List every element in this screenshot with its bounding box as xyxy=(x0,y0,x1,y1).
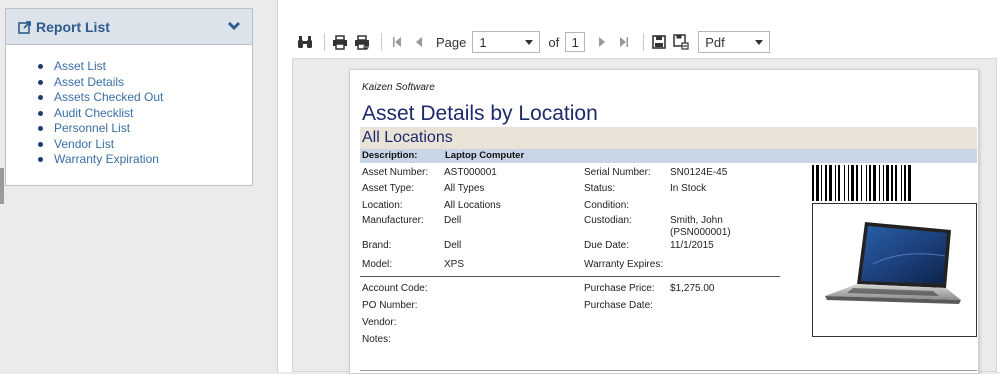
description-label: Description: xyxy=(362,150,418,161)
report-link-vendor-list[interactable]: Vendor List xyxy=(38,137,252,153)
due-date-label: Due Date: xyxy=(584,240,630,251)
status-value: In Stock xyxy=(670,183,707,194)
caret-down-icon xyxy=(755,39,764,45)
custodian-id: (PSN000001) xyxy=(670,227,731,238)
print-preview-icon[interactable] xyxy=(353,33,371,51)
page-select-value: 1 xyxy=(479,34,487,50)
notes-label: Notes: xyxy=(362,334,391,345)
asset-photo xyxy=(812,203,977,337)
print-icon[interactable] xyxy=(331,33,349,51)
description-band: Description: Laptop Computer xyxy=(360,149,977,163)
last-page-icon[interactable] xyxy=(615,33,633,51)
report-list-header[interactable]: Report List xyxy=(6,9,252,45)
report-link-assets-checked-out[interactable]: Assets Checked Out xyxy=(38,90,252,106)
report-page: Kaizen Software Asset Details by Locatio… xyxy=(349,69,979,374)
asset-type-value: All Types xyxy=(444,183,485,194)
custodian-label: Custodian: xyxy=(584,215,632,226)
due-date-value: 11/1/2015 xyxy=(670,240,714,251)
model-value: XPS xyxy=(444,259,465,270)
page-bottom-rule xyxy=(360,370,977,371)
warranty-expires-label: Warranty Expires: xyxy=(584,259,664,270)
collapse-handle[interactable] xyxy=(0,168,4,204)
chevron-down-icon[interactable] xyxy=(226,18,242,34)
account-code-label: Account Code: xyxy=(362,283,428,294)
purchase-price-value: $1,275.00 xyxy=(670,283,715,294)
page-select[interactable]: 1 xyxy=(472,31,541,53)
laptop-image xyxy=(825,222,961,304)
external-link-icon xyxy=(18,20,31,34)
po-number-label: PO Number: xyxy=(362,300,418,311)
previous-page-icon[interactable] xyxy=(410,33,428,51)
vendor-label: Vendor: xyxy=(362,317,397,328)
asset-type-label: Asset Type: xyxy=(362,183,415,194)
first-page-icon[interactable] xyxy=(388,33,406,51)
export-format-value: Pdf xyxy=(705,34,725,50)
location-value: All Locations xyxy=(444,200,501,211)
model-label: Model: xyxy=(362,259,393,270)
manufacturer-value: Dell xyxy=(444,215,462,226)
toolbar-divider xyxy=(324,33,325,51)
location-label: Location: xyxy=(362,200,403,211)
brand-value: Dell xyxy=(444,240,462,251)
serial-number-label: Serial Number: xyxy=(584,167,651,178)
total-pages: 1 xyxy=(565,32,586,52)
report-viewer: Page 1 of 1 Pdf Kaizen Software Asset De… xyxy=(277,0,1000,374)
description-value: Laptop Computer xyxy=(445,150,525,161)
report-link-personnel-list[interactable]: Personnel List xyxy=(38,121,252,137)
company-name: Kaizen Software xyxy=(362,82,435,93)
export-icon[interactable] xyxy=(672,33,690,51)
brand-label: Brand: xyxy=(362,240,392,251)
report-link-asset-list[interactable]: Asset List xyxy=(38,59,252,75)
save-icon[interactable] xyxy=(650,33,668,51)
export-format-select[interactable]: Pdf xyxy=(698,31,771,53)
purchase-date-label: Purchase Date: xyxy=(584,300,653,311)
report-title: Asset Details by Location xyxy=(362,102,598,125)
report-canvas[interactable]: Kaizen Software Asset Details by Locatio… xyxy=(292,58,997,374)
next-page-icon[interactable] xyxy=(593,33,611,51)
binoculars-icon[interactable] xyxy=(296,33,314,51)
manufacturer-label: Manufacturer: xyxy=(362,215,424,226)
of-label: of xyxy=(548,34,560,50)
custodian-name: Smith, John xyxy=(670,215,723,226)
report-list: Asset List Asset Details Assets Checked … xyxy=(6,45,252,168)
section-divider xyxy=(360,276,780,277)
serial-number-value: SN0124E-45 xyxy=(670,167,728,178)
barcode-image xyxy=(812,165,911,201)
report-link-audit-checklist[interactable]: Audit Checklist xyxy=(38,106,252,122)
status-label: Status: xyxy=(584,183,616,194)
purchase-price-label: Purchase Price: xyxy=(584,283,655,294)
caret-down-icon xyxy=(525,39,534,45)
toolbar-divider xyxy=(643,33,645,51)
viewer-toolbar: Page 1 of 1 Pdf xyxy=(296,30,771,54)
report-list-panel: Report List Asset List Asset Details Ass… xyxy=(5,8,253,186)
toolbar-divider xyxy=(381,33,382,51)
asset-number-value: AST000001 xyxy=(444,167,497,178)
condition-label: Condition: xyxy=(584,200,630,211)
page-label: Page xyxy=(436,34,467,50)
report-list-title: Report List xyxy=(36,18,110,35)
asset-number-label: Asset Number: xyxy=(362,167,429,178)
report-link-warranty-expiration[interactable]: Warranty Expiration xyxy=(38,152,252,168)
location-band: All Locations xyxy=(360,127,977,149)
report-link-asset-details[interactable]: Asset Details xyxy=(38,75,252,91)
